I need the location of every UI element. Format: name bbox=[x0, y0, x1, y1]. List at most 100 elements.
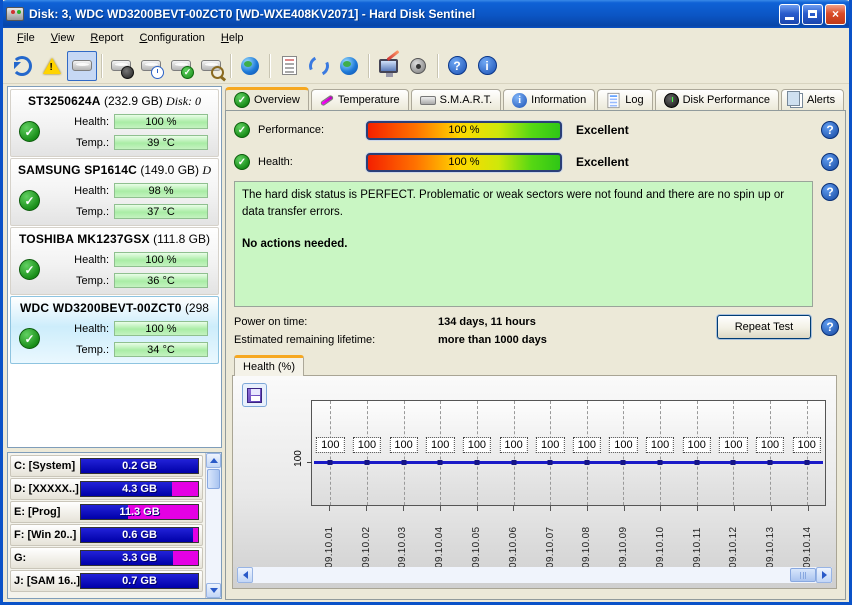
disk-details-button[interactable] bbox=[67, 51, 97, 81]
close-button[interactable]: × bbox=[825, 4, 846, 25]
disk-accept-button[interactable]: ✓ bbox=[166, 51, 196, 81]
disk-card[interactable]: WDC WD3200BEVT-00ZCT0 (298 ✓ Health: 100… bbox=[10, 296, 219, 364]
tab-information[interactable]: i Information bbox=[503, 89, 595, 110]
scroll-right-button[interactable] bbox=[816, 567, 832, 583]
disk-schedule-button[interactable] bbox=[136, 51, 166, 81]
temp-bar: 39 °C bbox=[114, 135, 208, 150]
chart-column: 100 bbox=[459, 401, 496, 505]
menu-item[interactable]: File bbox=[9, 30, 43, 46]
menu-item[interactable]: Configuration bbox=[131, 30, 212, 46]
health-label: Health: bbox=[258, 156, 366, 168]
title-bar[interactable]: Disk: 3, WDC WD3200BEVT-00ZCT0 [WD-WXE40… bbox=[0, 0, 852, 28]
temp-label: Temp.: bbox=[49, 344, 109, 356]
x-axis-label-cell: 09.10.01 bbox=[311, 506, 348, 568]
health-bar: 98 % bbox=[114, 183, 208, 198]
disk-size: (111.8 GB) bbox=[153, 232, 210, 246]
tab-alerts[interactable]: Alerts bbox=[781, 89, 844, 110]
about-button[interactable]: i bbox=[472, 51, 502, 81]
menu-item[interactable]: View bbox=[43, 30, 83, 46]
x-axis-tick bbox=[660, 506, 661, 511]
repeat-test-button[interactable]: Repeat Test bbox=[717, 315, 811, 339]
temp-label: Temp.: bbox=[49, 206, 109, 218]
x-axis-label-cell: 09.10.10 bbox=[642, 506, 679, 568]
x-axis-tick bbox=[808, 506, 809, 511]
performance-help-icon[interactable]: ? bbox=[821, 121, 839, 139]
drive-row[interactable]: D: [XXXXX..] 4.3 GB bbox=[10, 478, 203, 500]
lifetime-value: more than 1000 days bbox=[438, 334, 547, 346]
menu-item[interactable]: Help bbox=[213, 30, 252, 46]
tab-smart[interactable]: S.M.A.R.T. bbox=[411, 89, 502, 110]
refresh-button[interactable] bbox=[7, 51, 37, 81]
tab-overview[interactable]: ✓ Overview bbox=[225, 87, 309, 111]
sounds-button[interactable] bbox=[403, 51, 433, 81]
disk-model: WDC WD3200BEVT-00ZCT0 bbox=[20, 301, 182, 315]
disk-search-button[interactable] bbox=[196, 51, 226, 81]
x-axis-date-label: 09.10.09 bbox=[618, 513, 629, 568]
gridline bbox=[733, 401, 734, 505]
data-point-marker bbox=[511, 460, 516, 465]
tab-temperature[interactable]: Temperature bbox=[311, 89, 409, 110]
menu-item[interactable]: Report bbox=[82, 30, 131, 46]
status-help-icon[interactable]: ? bbox=[821, 183, 839, 201]
scrollbar-track[interactable] bbox=[253, 567, 790, 583]
scrollbar-thumb[interactable] bbox=[790, 568, 816, 582]
x-axis-date-label: 09.10.11 bbox=[692, 513, 703, 568]
drive-row[interactable]: G: 3.3 GB bbox=[10, 547, 203, 569]
disk-card[interactable]: SAMSUNG SP1614C (149.0 GB) D ✓ Health: 9… bbox=[10, 158, 219, 226]
x-axis-tick bbox=[697, 506, 698, 511]
toolbar-separator bbox=[101, 54, 102, 78]
health-help-icon[interactable]: ? bbox=[821, 153, 839, 171]
tab-disk-performance[interactable]: Disk Performance bbox=[655, 89, 779, 110]
test-warning-button[interactable]: ! bbox=[37, 51, 67, 81]
disk-card-body: ✓ Health: 100 % Temp.: 39 °C bbox=[11, 112, 218, 156]
chart-columns: 100 100 100 bbox=[312, 401, 825, 505]
toolbar: ! ✓ ? i bbox=[3, 48, 849, 84]
data-point-marker bbox=[584, 460, 589, 465]
temp-label: Temp.: bbox=[49, 137, 109, 149]
preferences-button[interactable] bbox=[373, 51, 403, 81]
health-bar: 100 % bbox=[366, 153, 562, 172]
disk-card[interactable]: TOSHIBA MK1237GSX (111.8 GB) ✓ Health: 1… bbox=[10, 227, 219, 295]
help-button[interactable]: ? bbox=[442, 51, 472, 81]
x-axis-tick bbox=[366, 506, 367, 511]
drive-list-scrollbar[interactable] bbox=[205, 453, 221, 598]
disk-card[interactable]: ST3250624A (232.9 GB) Disk: 0 ✓ Health: … bbox=[10, 89, 219, 157]
tab-log[interactable]: Log bbox=[597, 89, 652, 110]
close-icon: × bbox=[832, 7, 839, 21]
disk-model: TOSHIBA MK1237GSX bbox=[19, 232, 150, 246]
chart-column: 100 bbox=[532, 401, 569, 505]
network-button[interactable] bbox=[334, 51, 364, 81]
repeat-test-help-icon[interactable]: ? bbox=[821, 318, 839, 336]
temp-bar: 36 °C bbox=[114, 273, 208, 288]
x-axis-date-label: 09.10.14 bbox=[802, 513, 813, 568]
info-icon: i bbox=[478, 56, 497, 75]
minimize-button[interactable] bbox=[779, 4, 800, 25]
magnifier-icon bbox=[211, 66, 224, 79]
x-axis-label-cell: 09.10.07 bbox=[532, 506, 569, 568]
maximize-button[interactable] bbox=[802, 4, 823, 25]
health-row: Health: 100 % bbox=[49, 321, 208, 336]
health-chart-tab[interactable]: Health (%) bbox=[234, 355, 304, 376]
online-info-button[interactable] bbox=[235, 51, 265, 81]
drive-row[interactable]: E: [Prog] 11.3 GB bbox=[10, 501, 203, 523]
save-chart-button[interactable] bbox=[242, 383, 267, 407]
x-axis-label-cell: 09.10.14 bbox=[789, 506, 826, 568]
chart-scrollbar[interactable] bbox=[237, 567, 832, 583]
disk-acoustic-button[interactable] bbox=[106, 51, 136, 81]
send-report-button[interactable] bbox=[304, 51, 334, 81]
scroll-down-button[interactable] bbox=[206, 583, 221, 598]
drive-row[interactable]: J: [SAM 16..] 0.7 GB bbox=[10, 570, 203, 592]
health-bar: 100 % bbox=[114, 252, 208, 267]
drive-row[interactable]: F: [Win 20..] 0.6 GB bbox=[10, 524, 203, 546]
scroll-left-button[interactable] bbox=[237, 567, 253, 583]
chart-column: 100 bbox=[605, 401, 642, 505]
x-axis-tick bbox=[403, 506, 404, 511]
scrollbar-thumb[interactable] bbox=[207, 469, 220, 489]
report-button[interactable] bbox=[274, 51, 304, 81]
health-row: Health: 100 % bbox=[49, 252, 208, 267]
hard-disk-icon bbox=[72, 60, 92, 71]
main-panel: ✓ Overview Temperature S.M.A.R.T. i Info… bbox=[225, 86, 846, 600]
drive-row[interactable]: C: [System] 0.2 GB bbox=[10, 455, 203, 477]
data-point-marker bbox=[804, 460, 809, 465]
scroll-up-button[interactable] bbox=[206, 453, 221, 468]
